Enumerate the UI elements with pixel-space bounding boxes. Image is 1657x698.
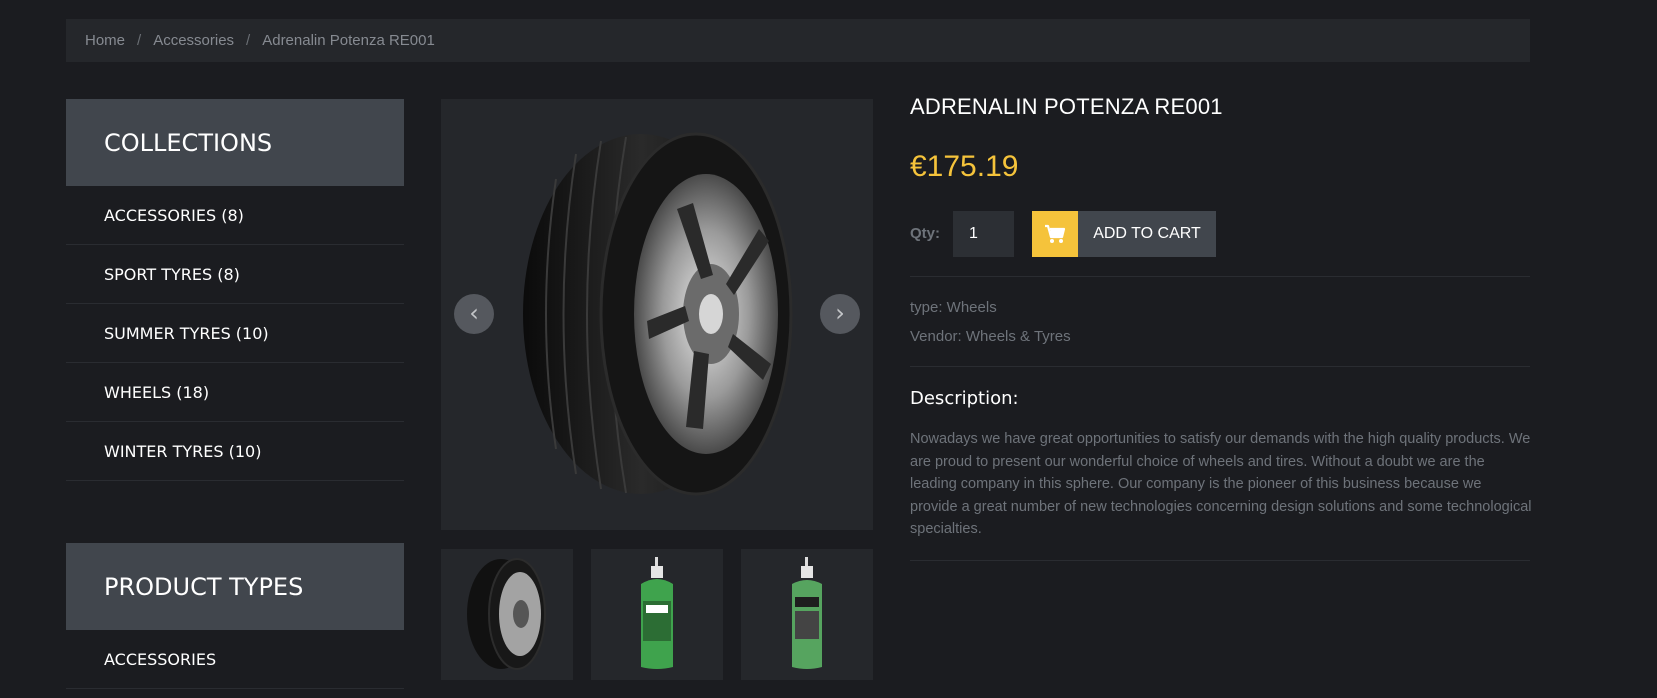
- product-type-item-accessories[interactable]: ACCESSORIES: [66, 630, 404, 689]
- divider: [910, 366, 1530, 367]
- chevron-right-icon[interactable]: ›: [820, 294, 860, 334]
- product-type: type: Wheels: [910, 299, 997, 316]
- sealant-bottle-thumbnail-image: [792, 557, 822, 669]
- product-types-heading: PRODUCT TYPES: [66, 543, 404, 630]
- collection-item-sport-tyres[interactable]: SPORT TYRES (8): [66, 245, 404, 304]
- collection-item-wheels[interactable]: WHEELS (18): [66, 363, 404, 422]
- breadcrumb-current: Adrenalin Potenza RE001: [262, 32, 435, 49]
- thumbnail-2[interactable]: [591, 549, 723, 680]
- thumbnail-1[interactable]: [441, 549, 573, 680]
- breadcrumb: Home / Accessories / Adrenalin Potenza R…: [66, 19, 1530, 62]
- collection-item-accessories[interactable]: ACCESSORIES (8): [66, 186, 404, 245]
- cart-icon: [1032, 211, 1078, 257]
- breadcrumb-separator: /: [246, 32, 251, 49]
- add-to-cart-label: ADD TO CART: [1093, 225, 1201, 242]
- product-types-sidebar: PRODUCT TYPES ACCESSORIES: [66, 543, 404, 689]
- qty-label: Qty:: [910, 225, 940, 242]
- collections-sidebar: COLLECTIONS ACCESSORIES (8) SPORT TYRES …: [66, 99, 404, 481]
- product-title: ADRENALIN POTENZA RE001: [910, 94, 1223, 119]
- product-price: €175.19: [910, 150, 1019, 183]
- description-text: Nowadays we have great opportunities to …: [910, 431, 1532, 538]
- divider: [910, 560, 1530, 561]
- breadcrumb-home-link[interactable]: Home: [85, 32, 125, 49]
- collections-list: ACCESSORIES (8) SPORT TYRES (8) SUMMER T…: [66, 186, 404, 481]
- chevron-left-icon[interactable]: ‹: [454, 294, 494, 334]
- product-vendor: Vendor: Wheels & Tyres: [910, 328, 1071, 345]
- description-heading: Description:: [910, 388, 1019, 409]
- product-main-image[interactable]: ‹ ›: [441, 99, 873, 530]
- divider: [910, 276, 1530, 277]
- collection-item-summer-tyres[interactable]: SUMMER TYRES (10): [66, 304, 404, 363]
- tyre-image: [523, 132, 793, 496]
- thumbnail-3[interactable]: [741, 549, 873, 680]
- product-types-list: ACCESSORIES: [66, 630, 404, 689]
- breadcrumb-collection-link[interactable]: Accessories: [153, 32, 234, 49]
- sealant-bottle-thumbnail-image: [641, 557, 673, 669]
- tyre-thumbnail-image: [467, 558, 546, 670]
- collection-item-winter-tyres[interactable]: WINTER TYRES (10): [66, 422, 404, 481]
- quantity-input[interactable]: [953, 211, 1014, 257]
- breadcrumb-separator: /: [137, 32, 142, 49]
- collections-heading: COLLECTIONS: [66, 99, 404, 186]
- add-to-cart-button[interactable]: ADD TO CART: [1032, 211, 1216, 257]
